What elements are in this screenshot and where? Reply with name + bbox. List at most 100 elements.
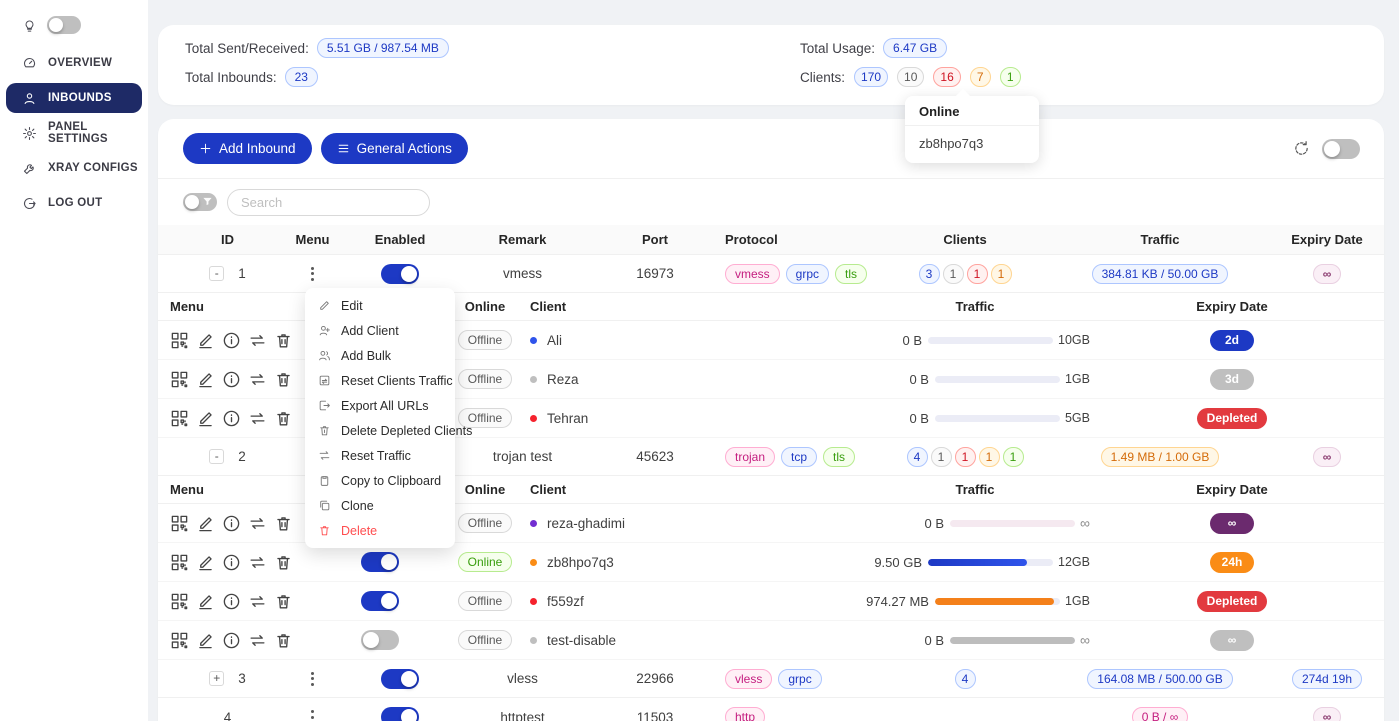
- reset-icon[interactable]: [248, 409, 267, 428]
- collapse-expander[interactable]: -: [209, 266, 224, 281]
- trash-icon[interactable]: [274, 409, 293, 428]
- general-actions-label: General Actions: [357, 141, 452, 156]
- auto-refresh-toggle[interactable]: [1322, 139, 1360, 159]
- inbound-remark: httptest: [460, 710, 585, 721]
- menu-item-add-client[interactable]: Add Client: [305, 318, 455, 343]
- menu-item-delete-depleted-clients[interactable]: Delete Depleted Clients: [305, 418, 455, 443]
- reset-icon[interactable]: [248, 331, 267, 350]
- edit-icon[interactable]: [196, 331, 215, 350]
- edit-icon[interactable]: [196, 592, 215, 611]
- trash-icon[interactable]: [274, 631, 293, 650]
- edit-icon[interactable]: [196, 631, 215, 650]
- qrcode-icon[interactable]: [170, 592, 189, 611]
- qrcode-icon[interactable]: [170, 370, 189, 389]
- row-menu-button[interactable]: [307, 706, 318, 721]
- info-icon[interactable]: [222, 631, 241, 650]
- clients-count-default[interactable]: 10: [897, 67, 924, 87]
- traffic-total: ∞: [1080, 515, 1090, 531]
- qrcode-icon[interactable]: [170, 331, 189, 350]
- refresh-icon[interactable]: [1293, 140, 1310, 157]
- protocol-tag: grpc: [778, 669, 821, 689]
- qrcode-icon[interactable]: [170, 553, 189, 572]
- menu-item-edit[interactable]: Edit: [305, 293, 455, 318]
- collapse-expander[interactable]: -: [209, 449, 224, 464]
- inbound-port: 11503: [585, 710, 725, 721]
- sidebar-item-overview[interactable]: OVERVIEW: [6, 48, 142, 78]
- add-inbound-label: Add Inbound: [219, 141, 296, 156]
- reset-icon[interactable]: [248, 592, 267, 611]
- edit-icon[interactable]: [196, 370, 215, 389]
- search-input[interactable]: [227, 189, 430, 216]
- reset-icon[interactable]: [248, 370, 267, 389]
- qrcode-icon[interactable]: [170, 409, 189, 428]
- client-dot: [530, 637, 537, 644]
- general-actions-button[interactable]: General Actions: [321, 133, 468, 164]
- add-inbound-button[interactable]: Add Inbound: [183, 133, 312, 164]
- info-icon[interactable]: [222, 331, 241, 350]
- inbound-row-3: +3 vless 22966 vless grpc 4 164.08 MB / …: [158, 660, 1384, 698]
- traffic-used: 9.50 GB: [860, 555, 922, 570]
- trash-icon[interactable]: [274, 331, 293, 350]
- theme-toggle[interactable]: [47, 16, 81, 34]
- subcol-menu: Menu: [170, 299, 320, 314]
- trash-icon[interactable]: [274, 514, 293, 533]
- clients-count-expiring[interactable]: 7: [970, 67, 991, 87]
- qrcode-icon[interactable]: [170, 514, 189, 533]
- inbound-enabled-toggle[interactable]: [381, 707, 419, 721]
- trash-icon[interactable]: [274, 553, 293, 572]
- trash-icon[interactable]: [274, 370, 293, 389]
- expiry-pill: ∞: [1313, 707, 1342, 721]
- menu-item-delete[interactable]: Delete: [305, 518, 455, 543]
- sidebar-item-xray-configs[interactable]: XRAY CONFIGS: [6, 153, 142, 183]
- edit-icon[interactable]: [196, 514, 215, 533]
- inbound-enabled-toggle[interactable]: [381, 264, 419, 284]
- subcol-traffic: Traffic: [860, 299, 1090, 314]
- edit-icon: [318, 299, 331, 312]
- client-enabled-toggle[interactable]: [361, 630, 399, 650]
- menu-item-reset-clients-traffic[interactable]: Reset Clients Traffic: [305, 368, 455, 393]
- popover-client-name[interactable]: zb8hpo7q3: [905, 126, 1039, 163]
- reset-icon[interactable]: [248, 514, 267, 533]
- edit-icon[interactable]: [196, 553, 215, 572]
- info-icon[interactable]: [222, 409, 241, 428]
- menu-item-add-bulk[interactable]: Add Bulk: [305, 343, 455, 368]
- info-icon[interactable]: [222, 370, 241, 389]
- client-enabled-toggle[interactable]: [361, 552, 399, 572]
- expiry-badge: Depleted: [1197, 591, 1268, 612]
- reset-icon[interactable]: [248, 553, 267, 572]
- clients-count-depleted[interactable]: 16: [933, 67, 960, 87]
- popover-title: Online: [905, 96, 1039, 126]
- clients-count-online[interactable]: 1: [1000, 67, 1021, 87]
- expiry-pill: 274d 19h: [1292, 669, 1362, 689]
- menu-item-export-all-urls[interactable]: Export All URLs: [305, 393, 455, 418]
- sidebar-item-panel-settings[interactable]: PANEL SETTINGS: [6, 118, 142, 148]
- export-icon: [318, 399, 331, 412]
- client-name: reza-ghadimi: [547, 516, 625, 531]
- row-menu-button[interactable]: [307, 263, 318, 285]
- filter-toggle[interactable]: [183, 193, 217, 211]
- row-menu-button[interactable]: [307, 668, 318, 690]
- inbound-enabled-toggle[interactable]: [381, 669, 419, 689]
- col-remark: Remark: [460, 232, 585, 247]
- edit-icon[interactable]: [196, 409, 215, 428]
- expand-expander[interactable]: +: [209, 671, 224, 686]
- info-icon[interactable]: [222, 553, 241, 572]
- sidebar-item-inbounds[interactable]: INBOUNDS: [6, 83, 142, 113]
- menu-item-copy-to-clipboard[interactable]: Copy to Clipboard: [305, 468, 455, 493]
- traffic-total: 1GB: [1065, 594, 1090, 608]
- table-header: ID Menu Enabled Remark Port Protocol Cli…: [158, 225, 1384, 255]
- trash-icon: [318, 524, 331, 537]
- reset-icon[interactable]: [248, 631, 267, 650]
- menu-item-reset-traffic[interactable]: Reset Traffic: [305, 443, 455, 468]
- menu-item-clone[interactable]: Clone: [305, 493, 455, 518]
- trash-icon[interactable]: [274, 592, 293, 611]
- logout-icon: [22, 196, 37, 211]
- info-icon[interactable]: [222, 592, 241, 611]
- client-enabled-toggle[interactable]: [361, 591, 399, 611]
- swap-icon: [318, 449, 331, 462]
- info-icon[interactable]: [222, 514, 241, 533]
- qrcode-icon[interactable]: [170, 631, 189, 650]
- sidebar-item-logout[interactable]: LOG OUT: [6, 188, 142, 218]
- col-expiry: Expiry Date: [1280, 232, 1374, 247]
- clients-count-total[interactable]: 170: [854, 67, 888, 87]
